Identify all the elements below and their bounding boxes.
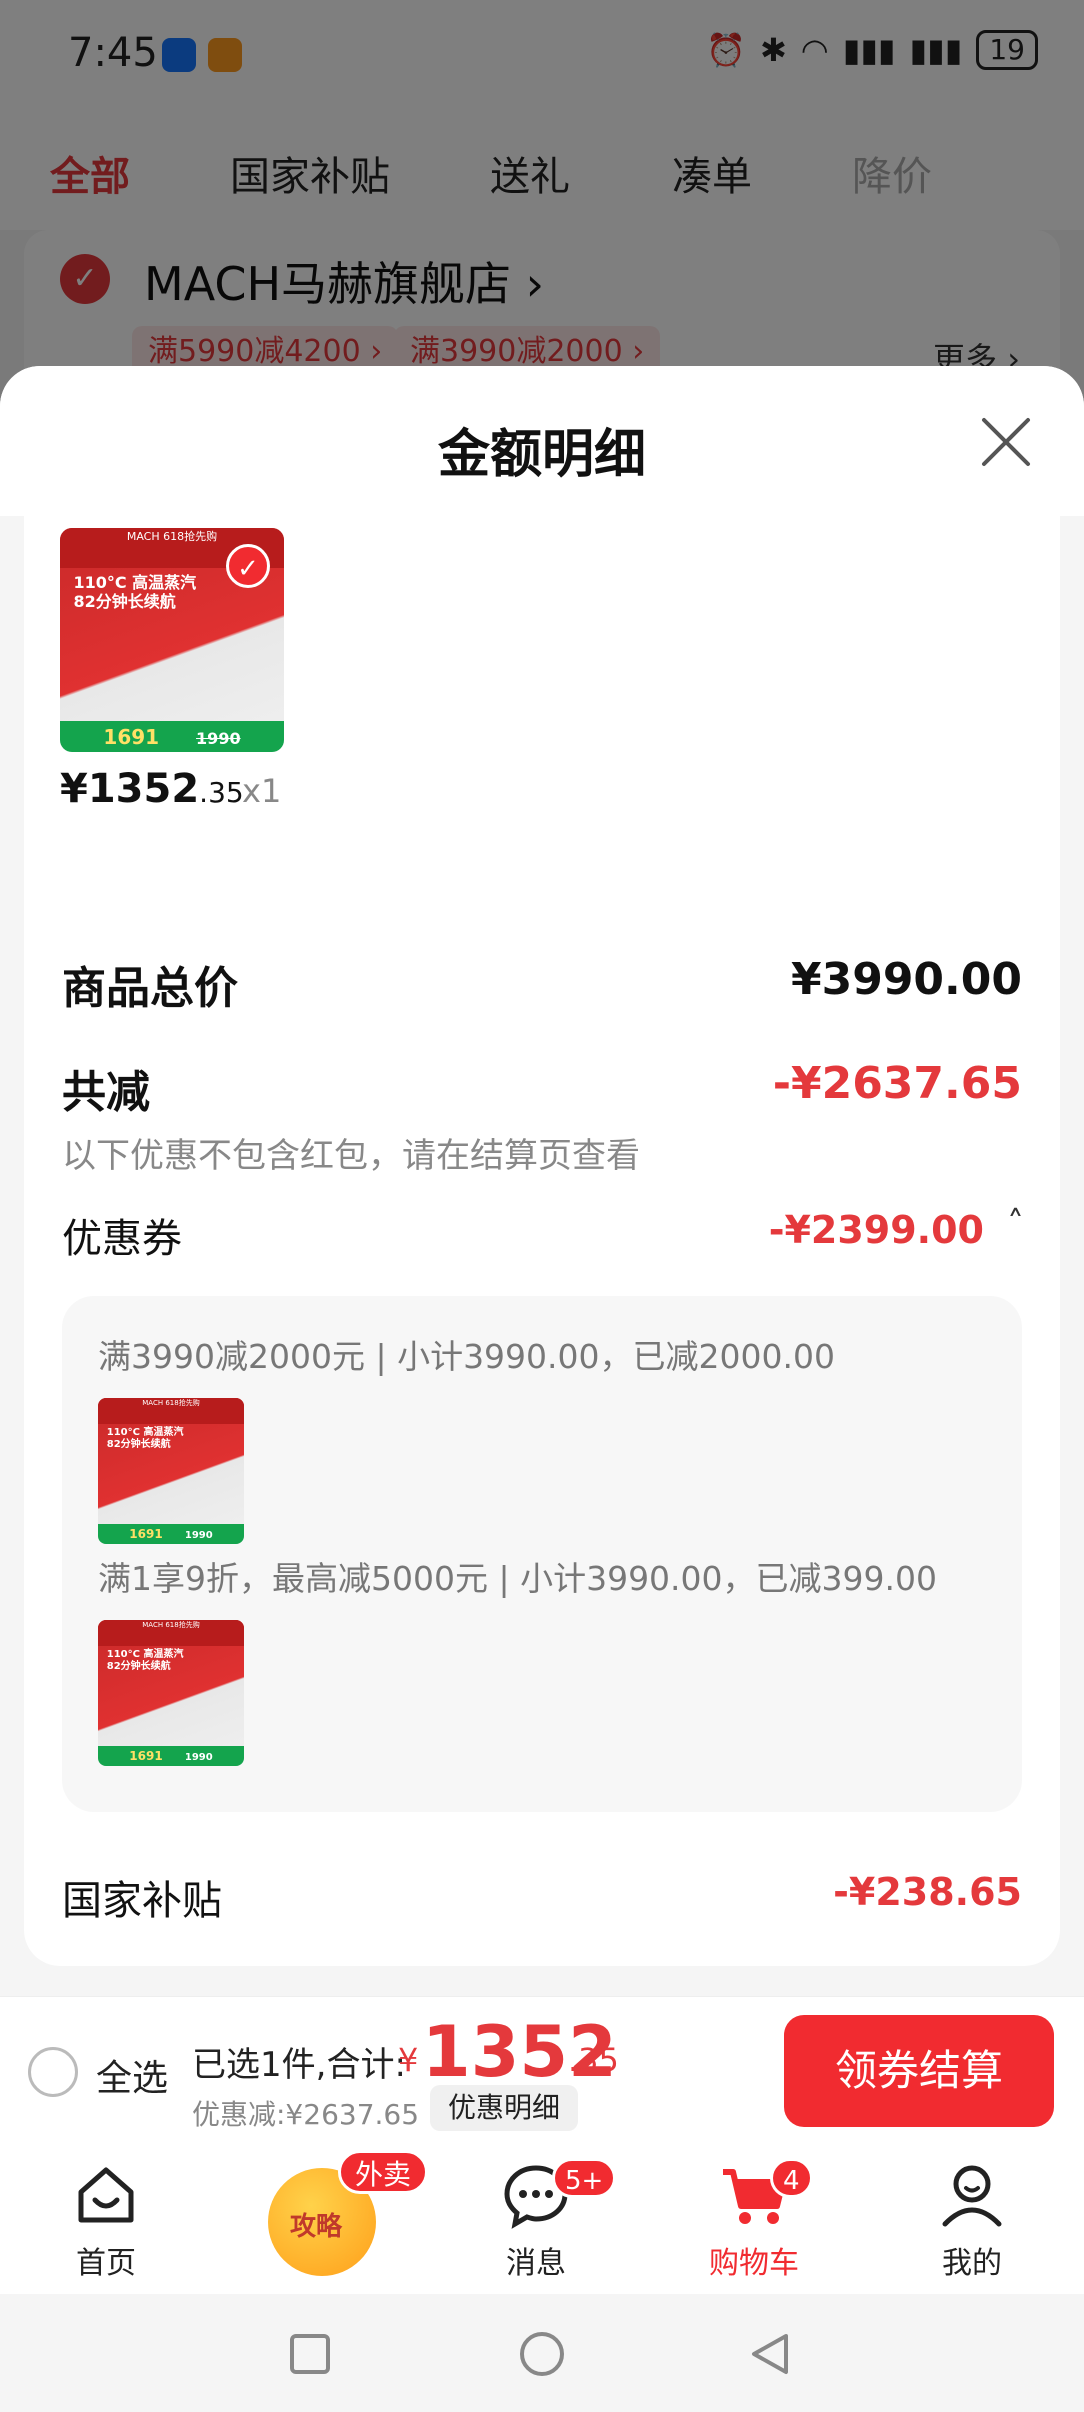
coupon-thumb-2-headline-2: 82分钟长续航 [106, 1661, 171, 1673]
amount-detail-sheet: 金额明细 MACH 618抢先购 110°C 高温蒸汽 82分钟长续航 ✓ 16… [0, 366, 1084, 1996]
coupon-product-thumbnail-2: MACH 618抢先购 110°C 高温蒸汽 82分钟长续航 1691 1990 [98, 1620, 244, 1766]
home-icon [78, 2167, 134, 2223]
product-price-dec: .35 [199, 776, 244, 809]
thumb-orig-price: 1990 [196, 728, 241, 748]
tab-messages-label: 消息 [506, 2246, 566, 2281]
home-circle-icon[interactable] [518, 2330, 566, 2378]
total-label: 商品总价 [62, 963, 238, 1014]
coupon-value: -¥2399.00 [768, 1208, 984, 1252]
product-thumbnail[interactable]: MACH 618抢先购 110°C 高温蒸汽 82分钟长续航 ✓ 1691 19… [60, 528, 284, 752]
coupon-thumb-2-headline-1: 110°C 高温蒸汽 [106, 1649, 184, 1661]
coupon-thumb-2-brand: MACH 618抢先购 [98, 1620, 244, 1647]
coupon-thumb-1-brand: MACH 618抢先购 [98, 1398, 244, 1425]
tab-me[interactable]: 我的 [902, 2160, 1042, 2282]
coupon-thumb-2-price-value: 1691 [129, 1748, 163, 1763]
checkout-bar: 全选 已选1件,合计: ¥ 1352 .35 优惠减:¥2637.65 优惠明细… [0, 1996, 1084, 2142]
coupon-thumb-2-price: 1691 1990 [98, 1745, 244, 1766]
select-all-radio[interactable] [28, 2047, 78, 2097]
close-icon[interactable] [978, 414, 1034, 470]
tab-home-label: 首页 [76, 2246, 136, 2281]
total-amount-decimal: .35 [568, 2041, 619, 2079]
product-price: ¥1352.35 [60, 766, 244, 812]
subsidy-label: 国家补贴 [62, 1878, 222, 1924]
chevron-up-icon[interactable]: ˄ [1007, 1204, 1024, 1244]
select-all-label[interactable]: 全选 [96, 2049, 168, 2101]
price-summary-card: 商品总价 ¥3990.00 共减 -¥2637.65 以下优惠不包含红包，请在结… [24, 906, 1060, 1966]
coupon-line-1: 满3990减2000元 | 小计3990.00，已减2000.00 [98, 1337, 835, 1376]
promo-label: 攻略 [290, 2212, 343, 2242]
checkout-button[interactable]: 领券结算 [784, 2015, 1054, 2127]
coupon-thumb-1-headline: 110°C 高温蒸汽 82分钟长续航 [107, 1427, 235, 1451]
sheet-title: 金额明细 [437, 425, 646, 485]
cart-badge: 4 [770, 2158, 813, 2198]
discount-amount: 优惠减:¥2637.65 [192, 2098, 420, 2131]
thumb-headline-2: 82分钟长续航 [73, 591, 176, 611]
coupon-thumb-1-price: 1691 1990 [98, 1523, 244, 1544]
tab-messages[interactable]: 消息 5+ [466, 2158, 617, 2282]
discount-note: 以下优惠不包含红包，请在结算页查看 [62, 1136, 640, 1176]
thumb-price-strip: 1691 1990 [60, 720, 284, 752]
coupon-label: 优惠券 [62, 1216, 182, 1262]
back-triangle-icon[interactable] [748, 2330, 792, 2378]
coupon-thumb-1-price-value: 1691 [129, 1526, 163, 1541]
coupon-thumb-1-headline-1: 110°C 高温蒸汽 [106, 1427, 184, 1439]
messages-badge: 5+ [552, 2158, 617, 2198]
discount-detail-button[interactable]: 优惠明细 [430, 2085, 579, 2131]
coupon-detail-box: 满3990减2000元 | 小计3990.00，已减2000.00 MACH 6… [62, 1296, 1022, 1812]
subsidy-value: -¥238.65 [833, 1870, 1022, 1914]
product-price-int: ¥1352 [60, 766, 200, 812]
tab-me-label: 我的 [942, 2246, 1002, 2281]
total-currency: ¥ [398, 2041, 419, 2079]
reduce-label: 共减 [62, 1067, 150, 1118]
profile-icon [942, 2165, 1002, 2227]
tab-cart[interactable]: 购物车 4 [684, 2158, 824, 2282]
coupon-product-thumbnail-1: MACH 618抢先购 110°C 高温蒸汽 82分钟长续航 1691 1990 [98, 1398, 244, 1544]
coupon-thumb-2-headline: 110°C 高温蒸汽 82分钟长续航 [107, 1649, 235, 1673]
coupon-thumb-2-orig: 1990 [184, 1751, 213, 1763]
sheet-header: 金额明细 [0, 366, 1084, 516]
product-qty: x1 [242, 772, 282, 810]
thumb-price: 1691 [103, 724, 160, 749]
coupon-thumb-1-orig: 1990 [184, 1529, 213, 1541]
coupon-line-2: 满1享9折，最高减5000元 | 小计3990.00，已减399.00 [98, 1559, 938, 1598]
reduce-value: -¥2637.65 [772, 1058, 1022, 1109]
promo-badge: 外卖 [338, 2150, 429, 2194]
tab-home[interactable]: 首页 [36, 2160, 176, 2282]
selected-count-text: 已选1件,合计: [192, 2045, 406, 2085]
system-navigation-bar [0, 2294, 1084, 2412]
coupon-thumb-1-headline-2: 82分钟长续航 [106, 1439, 171, 1451]
tab-cart-label: 购物车 [709, 2246, 799, 2281]
check-icon: ✓ [226, 544, 270, 588]
total-value: ¥3990.00 [790, 954, 1022, 1005]
bottom-tab-bar: 首页 消息 5+ 购物车 4 我的 [0, 2142, 1084, 2294]
recent-apps-icon[interactable] [288, 2332, 332, 2376]
